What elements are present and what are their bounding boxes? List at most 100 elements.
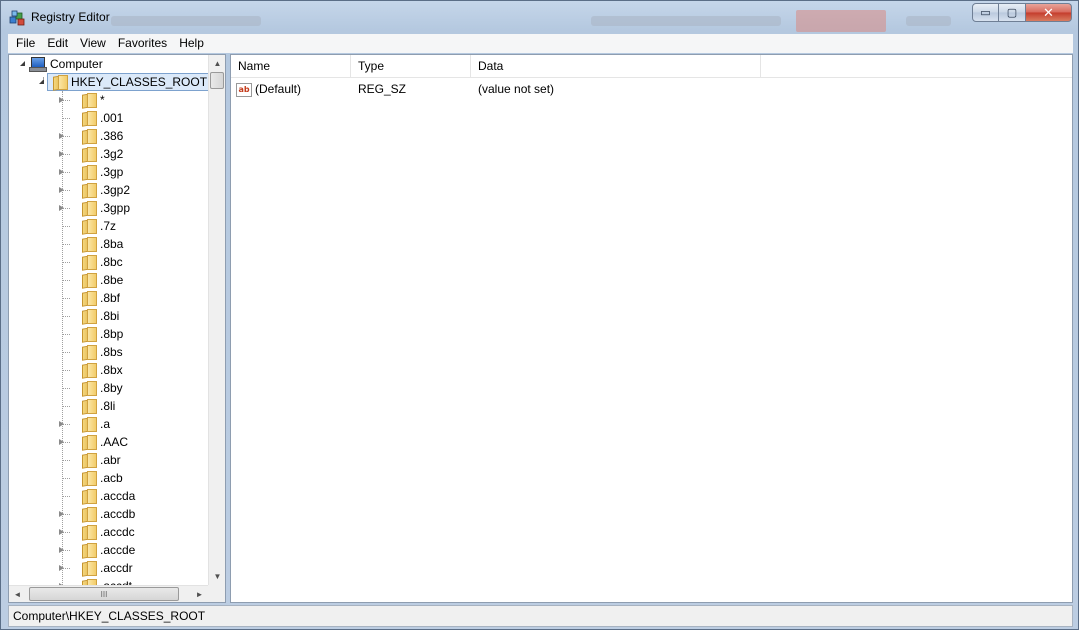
tree-node[interactable]: .3g2 [57, 145, 123, 163]
list-item[interactable]: ab (Default) REG_SZ (value not set) [231, 80, 1072, 99]
tree-node[interactable]: .accde [57, 541, 135, 559]
maximize-button[interactable]: ▢ [999, 3, 1026, 22]
tree-node[interactable]: .3gp2 [57, 181, 130, 199]
tree-node-label: HKEY_CLASSES_ROOT [71, 75, 208, 89]
values-list-pane[interactable]: Name Type Data ab (Default) REG_SZ (valu… [230, 54, 1073, 603]
background-window-blur [796, 10, 886, 32]
tree-node[interactable]: .accdb [57, 505, 135, 523]
expand-arrow-icon[interactable] [57, 546, 66, 555]
tree-node[interactable]: .accdr [57, 559, 133, 577]
expand-arrow-icon[interactable] [57, 438, 66, 447]
expand-arrow-icon[interactable] [57, 204, 66, 213]
column-header-name[interactable]: Name [231, 55, 351, 78]
tree-node[interactable]: .7z [57, 217, 116, 235]
close-button[interactable]: ✕ [1026, 3, 1072, 22]
scroll-thumb[interactable]: III [29, 587, 179, 601]
tree-node-label: .accde [100, 543, 136, 557]
collapse-arrow-icon[interactable] [19, 60, 28, 69]
expand-arrow-icon[interactable] [57, 132, 66, 141]
expand-arrow-icon[interactable] [57, 564, 66, 573]
scroll-left-arrow-icon[interactable]: ◄ [9, 586, 26, 603]
menu-help[interactable]: Help [173, 34, 210, 53]
folder-icon [80, 453, 97, 468]
tree-node[interactable]: .001 [57, 109, 123, 127]
tree-node-computer[interactable]: Computer [19, 55, 103, 73]
tree-node-hkey-classes-root[interactable]: HKEY_CLASSES_ROOT [38, 73, 208, 91]
tree-node-label: .3gp [100, 165, 124, 179]
tree-node[interactable]: .accdc [57, 523, 135, 541]
tree-node[interactable]: .8ba [57, 235, 123, 253]
tree-node[interactable]: .accdt [57, 577, 132, 585]
menu-view[interactable]: View [74, 34, 112, 53]
folder-icon [80, 129, 97, 144]
tree-node[interactable]: .8bi [57, 307, 119, 325]
tree-node-label: .3gp2 [100, 183, 131, 197]
title-bar[interactable]: Registry Editor ▭ ▢ ✕ [1, 1, 1078, 34]
scroll-thumb[interactable] [210, 72, 224, 89]
tree-node[interactable]: .8be [57, 271, 123, 289]
registry-tree: Computer HKEY_CLASSES_ROOT * .001 .386 .3g2… [9, 55, 208, 585]
tree-node-label: .accdr [100, 561, 133, 575]
computer-icon [28, 57, 47, 72]
menu-favorites[interactable]: Favorites [112, 34, 173, 53]
tree-node[interactable]: .3gp [57, 163, 123, 181]
scroll-up-arrow-icon[interactable]: ▲ [209, 55, 226, 72]
tree-node-label: .386 [100, 129, 124, 143]
expand-arrow-icon[interactable] [57, 528, 66, 537]
expand-arrow-icon[interactable] [57, 150, 66, 159]
tree-node-label: .001 [100, 111, 124, 125]
tree-node[interactable]: .8bp [57, 325, 123, 343]
tree-node-label: .8li [100, 399, 116, 413]
tree-horizontal-scrollbar[interactable]: ◄ III ► [9, 585, 208, 602]
collapse-arrow-icon[interactable] [38, 78, 47, 87]
tree-node[interactable]: .8by [57, 379, 123, 397]
tree-node[interactable]: .abr [57, 451, 121, 469]
folder-icon [80, 435, 97, 450]
tree-vertical-scrollbar[interactable]: ▲ ▼ [208, 55, 225, 585]
tree-node-label: Computer [50, 57, 103, 71]
tree-node[interactable]: .8bc [57, 253, 123, 271]
menu-edit[interactable]: Edit [41, 34, 74, 53]
column-header-type[interactable]: Type [351, 55, 471, 78]
tree-node[interactable]: .accda [57, 487, 135, 505]
minimize-button[interactable]: ▭ [972, 3, 999, 22]
tree-node[interactable]: .8bs [57, 343, 123, 361]
tree-node[interactable]: .386 [57, 127, 123, 145]
scrollbar-corner [208, 585, 225, 602]
scroll-grip-icon: III [100, 589, 108, 599]
menu-file[interactable]: File [10, 34, 41, 53]
column-header-data[interactable]: Data [471, 55, 761, 78]
tree-node-label: .8bf [100, 291, 121, 305]
tree-node[interactable]: .3gpp [57, 199, 130, 217]
expand-arrow-icon[interactable] [57, 168, 66, 177]
maximize-icon: ▢ [1006, 7, 1018, 19]
scroll-down-arrow-icon[interactable]: ▼ [209, 568, 226, 585]
folder-icon [80, 417, 97, 432]
tree-node[interactable]: .8li [57, 397, 115, 415]
status-bar: Computer\HKEY_CLASSES_ROOT [8, 605, 1073, 627]
list-header: Name Type Data [231, 55, 1072, 78]
folder-icon [80, 165, 97, 180]
close-icon: ✕ [1043, 4, 1054, 20]
tree-node[interactable]: .acb [57, 469, 123, 487]
value-name-cell: ab (Default) [236, 80, 301, 99]
folder-icon [80, 399, 97, 414]
folder-icon [80, 111, 97, 126]
scroll-right-arrow-icon[interactable]: ► [191, 586, 208, 603]
registry-tree-pane[interactable]: Computer HKEY_CLASSES_ROOT * .001 .386 .3g2… [8, 54, 226, 603]
expand-arrow-icon[interactable] [57, 186, 66, 195]
expand-arrow-icon[interactable] [57, 510, 66, 519]
tree-node[interactable]: * [57, 91, 105, 109]
tree-node[interactable]: .8bf [57, 289, 120, 307]
tree-node-label: .AAC [100, 435, 129, 449]
expand-arrow-icon[interactable] [57, 96, 66, 105]
expand-arrow-icon[interactable] [57, 420, 66, 429]
tree-node[interactable]: .8bx [57, 361, 123, 379]
folder-icon [80, 381, 97, 396]
tree-node[interactable]: .AAC [57, 433, 128, 451]
tree-node[interactable]: .a [57, 415, 110, 433]
